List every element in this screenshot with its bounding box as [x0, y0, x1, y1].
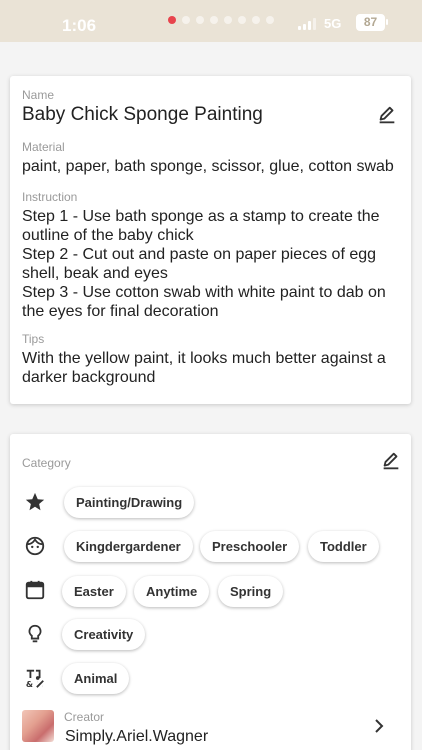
instruction-value: Step 1 - Use bath sponge as a stamp to c… — [22, 207, 402, 321]
battery-icon: 87 — [356, 14, 385, 31]
creator-name[interactable]: Simply.Ariel.Wagner — [65, 727, 325, 746]
chevron-right-icon[interactable] — [372, 718, 386, 734]
name-label: Name — [22, 88, 55, 102]
chip-kingdergardener[interactable]: Kingdergardener — [64, 531, 193, 562]
instruction-line: outline of the baby chick — [22, 227, 194, 244]
tips-label: Tips — [22, 332, 45, 346]
instruction-line: shell, beak and eyes — [22, 265, 168, 282]
network-label: 5G — [324, 16, 342, 31]
instruction-label: Instruction — [22, 190, 78, 204]
battery-tip — [386, 19, 388, 25]
tags-icon: & — [24, 667, 46, 689]
tips-value: With the yellow paint, it looks much bet… — [22, 349, 402, 387]
chip-creativity[interactable]: Creativity — [62, 619, 146, 650]
face-icon — [24, 535, 46, 557]
page-dot — [224, 16, 232, 24]
signal-icon — [298, 18, 316, 30]
edit-category-icon[interactable] — [380, 450, 402, 472]
chip-painting-drawing[interactable]: Painting/Drawing — [64, 487, 195, 518]
material-value: paint, paper, bath sponge, scissor, glue… — [22, 158, 394, 175]
page-dot — [238, 16, 246, 24]
chip-anytime[interactable]: Anytime — [134, 576, 210, 607]
page-dot — [252, 16, 260, 24]
chip-preschooler[interactable]: Preschooler — [200, 531, 300, 562]
page-dot — [196, 16, 204, 24]
activity-name: Baby Chick Sponge Painting — [22, 104, 263, 125]
tips-line: With the yellow paint, it looks much bet… — [22, 350, 386, 367]
instruction-line: Step 1 - Use bath sponge as a stamp to c… — [22, 208, 380, 225]
status-time: 1:06 — [62, 16, 97, 35]
page-dot — [182, 16, 190, 24]
status-bar: 1:06 5G 87 — [0, 0, 422, 42]
instruction-line: Step 3 - Use cotton swab with white pain… — [22, 284, 386, 301]
page-dot — [210, 16, 218, 24]
instruction-line: the eyes for final decoration — [22, 303, 219, 320]
material-label: Material — [22, 140, 65, 154]
creator-label: Creator — [64, 710, 105, 724]
svg-text:&: & — [26, 679, 33, 689]
page-dot-active — [168, 16, 176, 24]
chip-toddler[interactable]: Toddler — [308, 531, 379, 562]
battery-level: 87 — [363, 15, 378, 29]
page-dot — [266, 16, 274, 24]
activity-details-card: Name Baby Chick Sponge Painting Material… — [10, 76, 411, 404]
chip-animal[interactable]: Animal — [62, 663, 130, 694]
calendar-icon — [24, 579, 46, 601]
chip-spring[interactable]: Spring — [218, 576, 284, 607]
edit-details-icon[interactable] — [376, 104, 398, 126]
page-indicator — [168, 16, 274, 24]
category-card: Category Painting/Drawing Kingdergardene… — [10, 434, 411, 750]
lightbulb-icon — [24, 623, 46, 645]
star-icon — [24, 491, 46, 513]
tips-line: darker background — [22, 369, 156, 386]
creator-avatar[interactable] — [22, 710, 54, 742]
instruction-line: Step 2 - Cut out and paste on paper piec… — [22, 246, 377, 263]
chip-easter[interactable]: Easter — [62, 576, 126, 607]
category-label: Category — [22, 456, 71, 470]
